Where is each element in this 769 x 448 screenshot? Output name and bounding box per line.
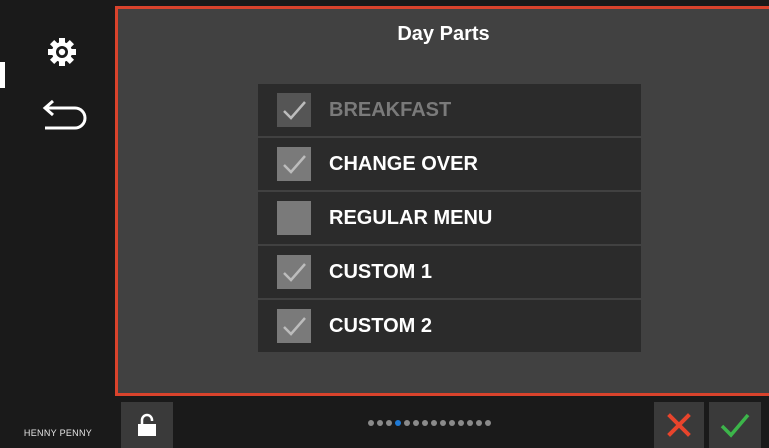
checkbox[interactable]: [277, 201, 311, 235]
page-dot: [458, 420, 464, 426]
page-title: Day Parts: [397, 23, 490, 45]
back-arrow-icon: [42, 99, 87, 130]
checkbox[interactable]: [277, 255, 311, 289]
page-dot: [467, 420, 473, 426]
checkbox[interactable]: [277, 147, 311, 181]
day-part-row-change-over[interactable]: CHANGE OVER: [258, 138, 641, 190]
page-dot: [431, 420, 437, 426]
checkbox[interactable]: [277, 309, 311, 343]
day-part-row-regular-menu[interactable]: REGULAR MENU: [258, 192, 641, 244]
day-parts-panel: Day Parts BREAKFAST CHANGE OVER REGULAR …: [115, 6, 769, 396]
checkmark-icon: [283, 263, 306, 282]
page-dot: [422, 420, 428, 426]
checkmark-icon: [283, 317, 306, 336]
page-dot: [476, 420, 482, 426]
page-dot: [404, 420, 410, 426]
day-part-label: CUSTOM 1: [329, 260, 432, 283]
check-icon: [720, 413, 750, 438]
page-dot: [440, 420, 446, 426]
brand-logo: HENNY PENNY: [23, 428, 93, 438]
day-part-row-breakfast[interactable]: BREAKFAST: [258, 84, 641, 136]
day-part-label: CUSTOM 2: [329, 314, 432, 337]
page-dot-active: [395, 420, 401, 426]
checkmark-icon: [283, 101, 306, 120]
page-dot: [386, 420, 392, 426]
lock-button[interactable]: [121, 402, 173, 448]
confirm-button[interactable]: [709, 402, 761, 448]
page-indicator: [368, 420, 491, 426]
day-part-row-custom-1[interactable]: CUSTOM 1: [258, 246, 641, 298]
footer-bar: HENNY PENNY: [0, 400, 769, 448]
cancel-button[interactable]: [654, 402, 704, 448]
sidebar: [0, 0, 115, 400]
day-part-label: CHANGE OVER: [329, 152, 478, 175]
sidebar-edge-marker: [0, 62, 5, 88]
page-dot: [377, 420, 383, 426]
page-dot: [449, 420, 455, 426]
day-part-row-custom-2[interactable]: CUSTOM 2: [258, 300, 641, 352]
day-part-label: BREAKFAST: [329, 98, 452, 121]
checkmark-icon: [283, 155, 306, 174]
lock-icon: [138, 413, 156, 436]
gear-icon: [48, 38, 76, 66]
back-button[interactable]: [30, 95, 94, 139]
page-dot: [413, 420, 419, 426]
close-icon: [667, 413, 691, 437]
day-part-label: REGULAR MENU: [329, 206, 493, 229]
page-dot: [368, 420, 374, 426]
settings-button[interactable]: [40, 30, 84, 74]
day-parts-list: BREAKFAST CHANGE OVER REGULAR MENU CUSTO…: [258, 84, 641, 354]
page-dot: [485, 420, 491, 426]
checkbox[interactable]: [277, 93, 311, 127]
